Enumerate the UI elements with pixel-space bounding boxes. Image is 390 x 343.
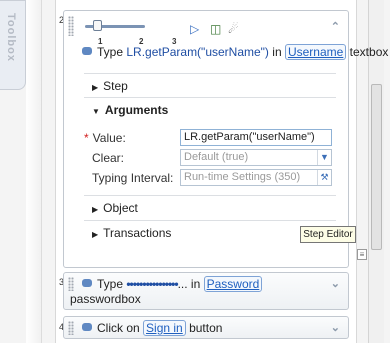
step-card-4[interactable]: ⌄ Click on Sign in button (63, 316, 349, 339)
drag-handle[interactable] (68, 321, 74, 335)
step-object-type: passwordbox (70, 292, 141, 306)
step-comment-icon (82, 279, 92, 287)
dock-divider (26, 0, 42, 343)
expand-arrow-icon: ▶ (92, 230, 99, 239)
typing-interval-field[interactable]: Run-time Settings (350) ⚒ (180, 169, 332, 186)
section-transactions[interactable]: ▶ Transactions (84, 220, 336, 243)
highlight-object-icon[interactable]: ◫ (210, 22, 221, 36)
step-comment-icon (82, 47, 92, 55)
play-icon[interactable]: ▷ (190, 22, 199, 36)
step-summary: Type LR.getParam("userName") in Username… (82, 44, 388, 60)
step-card-3[interactable]: ⌄ Type ••••••••••••••••... in Password p… (63, 272, 349, 310)
object-link-signin[interactable]: Sign in (143, 320, 186, 336)
splitter-grip-icon[interactable]: ≡ (357, 249, 367, 260)
toolbox-tab[interactable]: Toolbox (0, 0, 26, 90)
step-comment-icon (82, 323, 92, 331)
toolbox-label: Toolbox (5, 13, 17, 62)
expand-chevron-icon[interactable]: ⌄ (331, 277, 340, 290)
value-label: * Value: (84, 131, 126, 145)
expand-arrow-icon: ▶ (92, 205, 99, 214)
drag-handle[interactable] (68, 277, 74, 291)
collapse-arrow-icon: ▼ (92, 107, 100, 116)
step-summary: Click on Sign in button (82, 320, 222, 336)
clear-label: Clear: (92, 151, 125, 165)
slider-knob[interactable] (93, 20, 102, 31)
chevron-down-icon[interactable]: ▼ (317, 150, 331, 165)
masked-value: •••••••••••••••• (126, 277, 178, 291)
object-link-password[interactable]: Password (203, 276, 263, 292)
drag-handle[interactable] (68, 16, 74, 36)
expand-arrow-icon: ▶ (92, 83, 99, 92)
scrollbar-thumb[interactable] (371, 84, 382, 250)
required-marker: * (84, 131, 89, 145)
expand-chevron-icon[interactable]: ⌄ (331, 321, 340, 334)
step-summary: Type ••••••••••••••••... in Password (82, 276, 263, 292)
collapse-chevron-icon[interactable]: ⌃ (331, 20, 340, 33)
clear-dropdown[interactable]: Default (true) ▼ (180, 149, 332, 166)
section-object[interactable]: ▶ Object (84, 195, 336, 218)
pick-object-icon[interactable]: ☄ (228, 22, 239, 36)
step-editor-tooltip: Step Editor (300, 226, 356, 243)
object-link-username[interactable]: Username (284, 44, 347, 60)
value-field[interactable]: LR.getParam("userName") (180, 129, 332, 146)
section-step[interactable]: ▶ Step (84, 73, 336, 96)
typing-interval-value: Run-time Settings (350) (184, 171, 301, 183)
wrench-icon[interactable]: ⚒ (317, 170, 331, 185)
section-arguments[interactable]: ▼ Arguments (84, 97, 336, 120)
clear-value: Default (true) (184, 151, 249, 163)
typing-interval-label: Typing Interval: (92, 171, 174, 185)
